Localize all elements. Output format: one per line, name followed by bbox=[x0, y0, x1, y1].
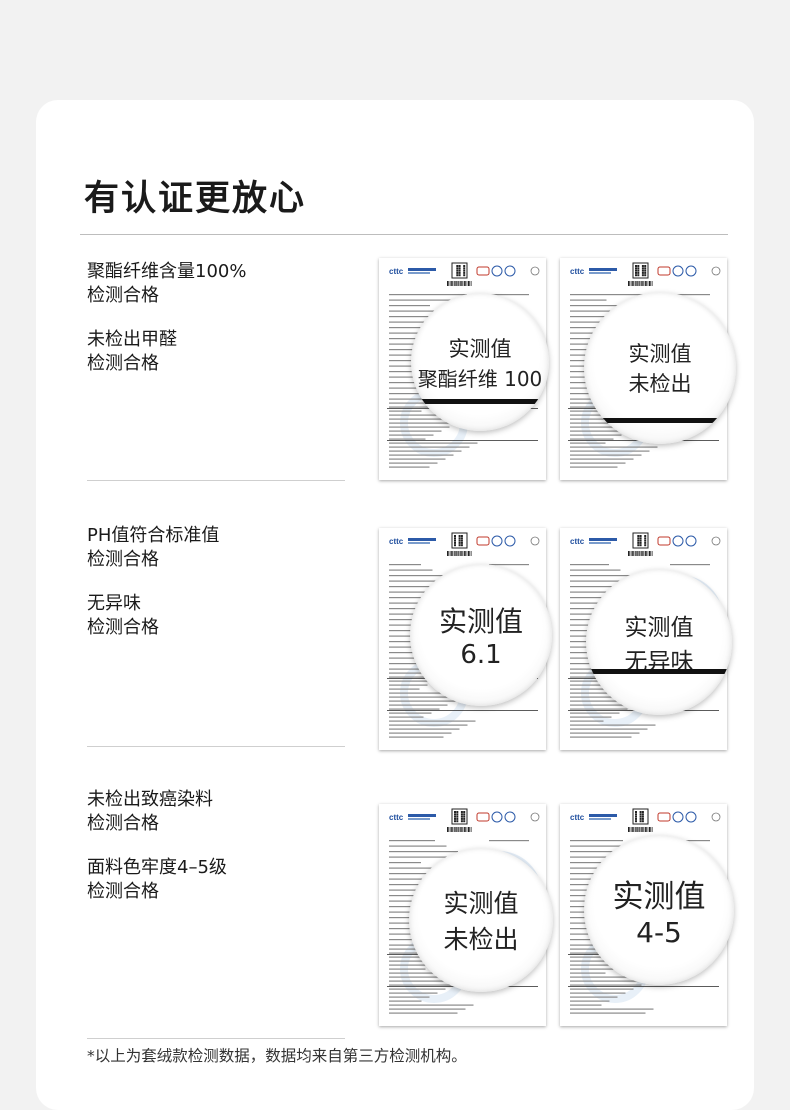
report-logo: cttc bbox=[389, 537, 404, 546]
magnifier-callout: 实测值 6.1 bbox=[410, 564, 552, 706]
report-logo: cttc bbox=[389, 813, 404, 822]
claim-item: 面料色牢度4–5级 检测合格 bbox=[87, 856, 347, 904]
measured-value: 未检出 bbox=[628, 372, 692, 396]
footnote: *以上为套绒款检测数据，数据均来自第三方检测机构。 bbox=[87, 1047, 467, 1065]
report-logo: cttc bbox=[570, 267, 585, 276]
claim-result: 检测合格 bbox=[87, 617, 159, 638]
measured-value: 6.1 bbox=[460, 640, 502, 670]
claim-item: PH值符合标准值 检测合格 bbox=[87, 524, 347, 572]
claim-title: 未检出甲醛 bbox=[87, 329, 177, 350]
measured-value-label: 实测值 bbox=[448, 336, 512, 361]
magnified-table-line bbox=[584, 418, 736, 423]
magnifier-callout: 实测值 无异味 bbox=[586, 569, 732, 715]
claim-title: PH值符合标准值 bbox=[87, 525, 220, 546]
measured-value: 4-5 bbox=[636, 916, 682, 949]
magnifier-callout: 实测值 4-5 bbox=[584, 835, 734, 985]
row-divider bbox=[87, 746, 345, 747]
measured-value-label: 实测值 bbox=[628, 342, 692, 366]
claim-title: 未检出致癌染料 bbox=[87, 789, 213, 810]
claim-result: 检测合格 bbox=[87, 881, 159, 902]
claim-item: 未检出致癌染料 检测合格 bbox=[87, 788, 347, 836]
measured-value: 聚酯纤维 100 bbox=[417, 366, 543, 391]
magnifier-callout: 实测值 未检出 bbox=[409, 848, 553, 992]
claim-item: 无异味 检测合格 bbox=[87, 592, 347, 640]
measured-value-label: 实测值 bbox=[438, 605, 523, 638]
report-logo: cttc bbox=[389, 267, 404, 276]
magnified-table-line bbox=[586, 669, 732, 674]
claim-list: PH值符合标准值 检测合格 无异味 检测合格 bbox=[87, 524, 347, 660]
report-logo: cttc bbox=[570, 537, 585, 546]
magnifier-callout: 实测值 聚酯纤维 100 bbox=[411, 293, 549, 431]
certification-card: 有认证更放心 聚酯纤维含量100% 检测合格 未检出甲醛 检测合格 cttc c… bbox=[36, 100, 754, 1110]
claim-item: 未检出甲醛 检测合格 bbox=[87, 328, 347, 376]
magnified-table-line bbox=[411, 399, 549, 404]
claim-result: 检测合格 bbox=[87, 353, 159, 374]
row-divider bbox=[87, 480, 345, 481]
measured-value: 未检出 bbox=[443, 925, 519, 954]
claim-title: 面料色牢度4–5级 bbox=[87, 857, 227, 878]
claim-list: 聚酯纤维含量100% 检测合格 未检出甲醛 检测合格 bbox=[87, 260, 347, 396]
claim-result: 检测合格 bbox=[87, 285, 159, 306]
claim-result: 检测合格 bbox=[87, 549, 159, 570]
measured-value-label: 实测值 bbox=[443, 889, 519, 918]
report-logo: cttc bbox=[570, 813, 585, 822]
claim-title: 聚酯纤维含量100% bbox=[87, 261, 247, 282]
claim-list: 未检出致癌染料 检测合格 面料色牢度4–5级 检测合格 bbox=[87, 788, 347, 924]
claim-result: 检测合格 bbox=[87, 813, 159, 834]
row-divider bbox=[87, 1038, 345, 1039]
title-divider bbox=[80, 234, 728, 235]
section-title: 有认证更放心 bbox=[84, 179, 307, 219]
measured-value-label: 实测值 bbox=[612, 879, 706, 915]
magnifier-callout: 实测值 未检出 bbox=[584, 292, 736, 444]
measured-value-label: 实测值 bbox=[624, 615, 694, 641]
claim-item: 聚酯纤维含量100% 检测合格 bbox=[87, 260, 347, 308]
claim-title: 无异味 bbox=[87, 593, 141, 614]
